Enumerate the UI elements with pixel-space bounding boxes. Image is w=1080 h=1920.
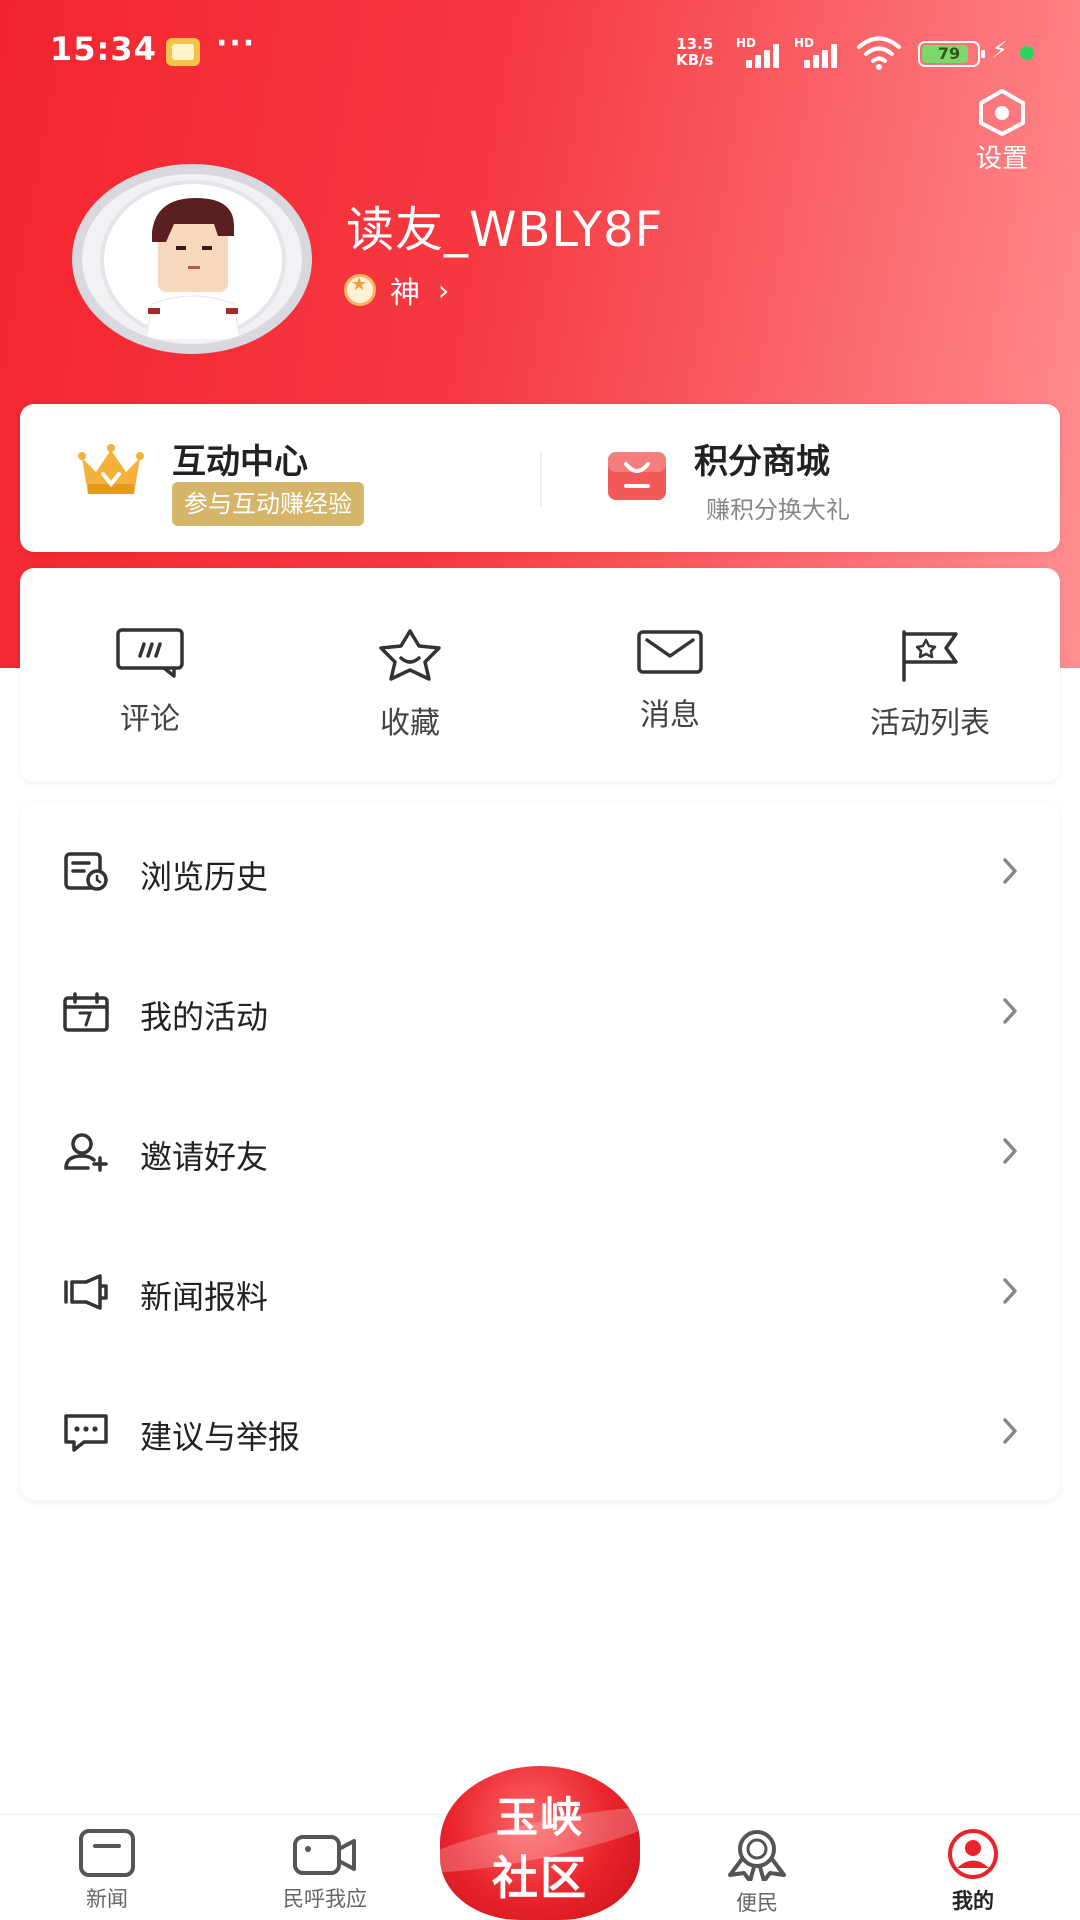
points-mall-subtitle: 赚积分换大礼 [706, 496, 850, 524]
battery-level: 79 [937, 44, 961, 63]
settings-button[interactable]: 设置 [962, 88, 1042, 173]
nav-tab-voice[interactable]: 民呼我应 [250, 1829, 400, 1913]
shortcuts-card: 评论 收藏 消息 活动列表 [20, 568, 1060, 782]
menu-item-browsing-history[interactable]: 浏览历史 [20, 802, 1060, 942]
nav-label: 便民 [736, 1891, 778, 1915]
nav-tab-mine[interactable]: 我的 [898, 1829, 1048, 1915]
nav-tab-service[interactable]: 便民 [682, 1829, 832, 1917]
shopping-bag-icon [608, 452, 666, 500]
battery-icon: 79 [918, 41, 985, 67]
level-medal-icon [344, 274, 376, 306]
shortcut-label: 消息 [640, 698, 700, 733]
shortcut-messages[interactable]: 消息 [540, 628, 800, 734]
chevron-right-icon [1003, 858, 1017, 884]
user-profile-icon [948, 1829, 998, 1879]
network-speed-unit: KB/s [676, 51, 714, 69]
nav-tab-community[interactable]: 玉峡 社区 [440, 1766, 640, 1920]
calendar-icon [63, 992, 109, 1032]
menu-item-news-tip[interactable]: 新闻报料 [20, 1222, 1060, 1362]
menu-item-label: 邀请好友 [140, 1138, 269, 1176]
menu-item-label: 浏览历史 [140, 858, 269, 896]
network-speed-value: 13.5 [676, 35, 714, 53]
crown-icon [78, 444, 144, 494]
nav-label: 我的 [952, 1889, 994, 1913]
menu-item-label: 新闻报料 [140, 1278, 269, 1316]
chevron-right-icon [1003, 1138, 1017, 1164]
megaphone-icon [64, 1274, 108, 1310]
sim2-label: HD [794, 36, 815, 50]
news-icon [79, 1829, 135, 1877]
shortcut-label: 评论 [120, 702, 180, 737]
signal-icon: HD [736, 36, 784, 68]
shortcut-favorites[interactable]: 收藏 [280, 628, 540, 742]
comment-icon [116, 628, 184, 678]
more-notifications-icon: ··· [216, 26, 257, 61]
interaction-center-badge: 参与互动赚经验 [172, 482, 364, 526]
wifi-icon [857, 36, 901, 70]
network-speed: 13.5 KB/s [676, 36, 713, 68]
service-badge-icon [728, 1830, 786, 1881]
shortcut-label: 活动列表 [870, 706, 990, 741]
star-icon [379, 629, 441, 681]
mail-icon [637, 630, 703, 674]
nav-label: 民呼我应 [283, 1887, 367, 1911]
divider [540, 452, 542, 506]
add-user-icon [64, 1133, 108, 1172]
chevron-right-icon [1003, 998, 1017, 1024]
shortcut-activity-list[interactable]: 活动列表 [800, 628, 1060, 742]
avatar-illustration [145, 198, 241, 340]
menu-list: 浏览历史 我的活动 邀请好友 新闻报料 建议与举报 [20, 802, 1060, 1500]
settings-label: 设置 [975, 143, 1028, 173]
nav-label: 新闻 [86, 1887, 128, 1911]
menu-item-feedback-report[interactable]: 建议与举报 [20, 1362, 1060, 1502]
menu-item-label: 建议与举报 [140, 1418, 301, 1456]
user-level-label: 神 [390, 276, 420, 311]
user-level-link[interactable]: 神 › [344, 268, 449, 312]
gallery-notification-icon [166, 38, 200, 66]
points-mall-title[interactable]: 积分商城 [694, 434, 830, 483]
avatar[interactable] [72, 164, 312, 354]
video-camera-icon [293, 1835, 356, 1875]
avatar-frame [100, 180, 286, 340]
nav-tab-news[interactable]: 新闻 [32, 1829, 182, 1913]
community-logo-line2: 社区 [492, 1851, 588, 1905]
status-time: 15:34 [50, 30, 157, 68]
flag-icon [902, 630, 958, 682]
signal-icon: HD [794, 36, 842, 68]
sim1-label: HD [736, 36, 757, 50]
shortcut-label: 收藏 [380, 706, 440, 741]
status-bar: 15:34 ··· 13.5 KB/s HD HD 79 ⚡ [0, 0, 1080, 104]
chevron-right-icon [1003, 1278, 1017, 1304]
username[interactable]: 读友_WBLY8F [346, 190, 663, 260]
charging-icon: ⚡ [992, 38, 1008, 63]
community-logo-line1: 玉峡 [495, 1793, 584, 1842]
menu-item-my-activities[interactable]: 我的活动 [20, 942, 1060, 1082]
menu-item-invite-friends[interactable]: 邀请好友 [20, 1082, 1060, 1222]
chevron-right-icon [1003, 1418, 1017, 1444]
interaction-center-button[interactable]: 互动中心 参与互动赚经验 [20, 404, 540, 552]
settings-icon [979, 89, 1025, 136]
chevron-right-icon: › [438, 273, 450, 307]
feedback-icon [64, 1414, 108, 1452]
history-icon [64, 852, 108, 891]
privacy-indicator-icon [1020, 46, 1034, 60]
shortcut-comments[interactable]: 评论 [20, 628, 280, 738]
interaction-center-title: 互动中心 [172, 442, 308, 482]
promo-card: 互动中心 参与互动赚经验 积分商城 赚积分换大礼 [20, 404, 1060, 552]
menu-item-label: 我的活动 [140, 998, 269, 1036]
